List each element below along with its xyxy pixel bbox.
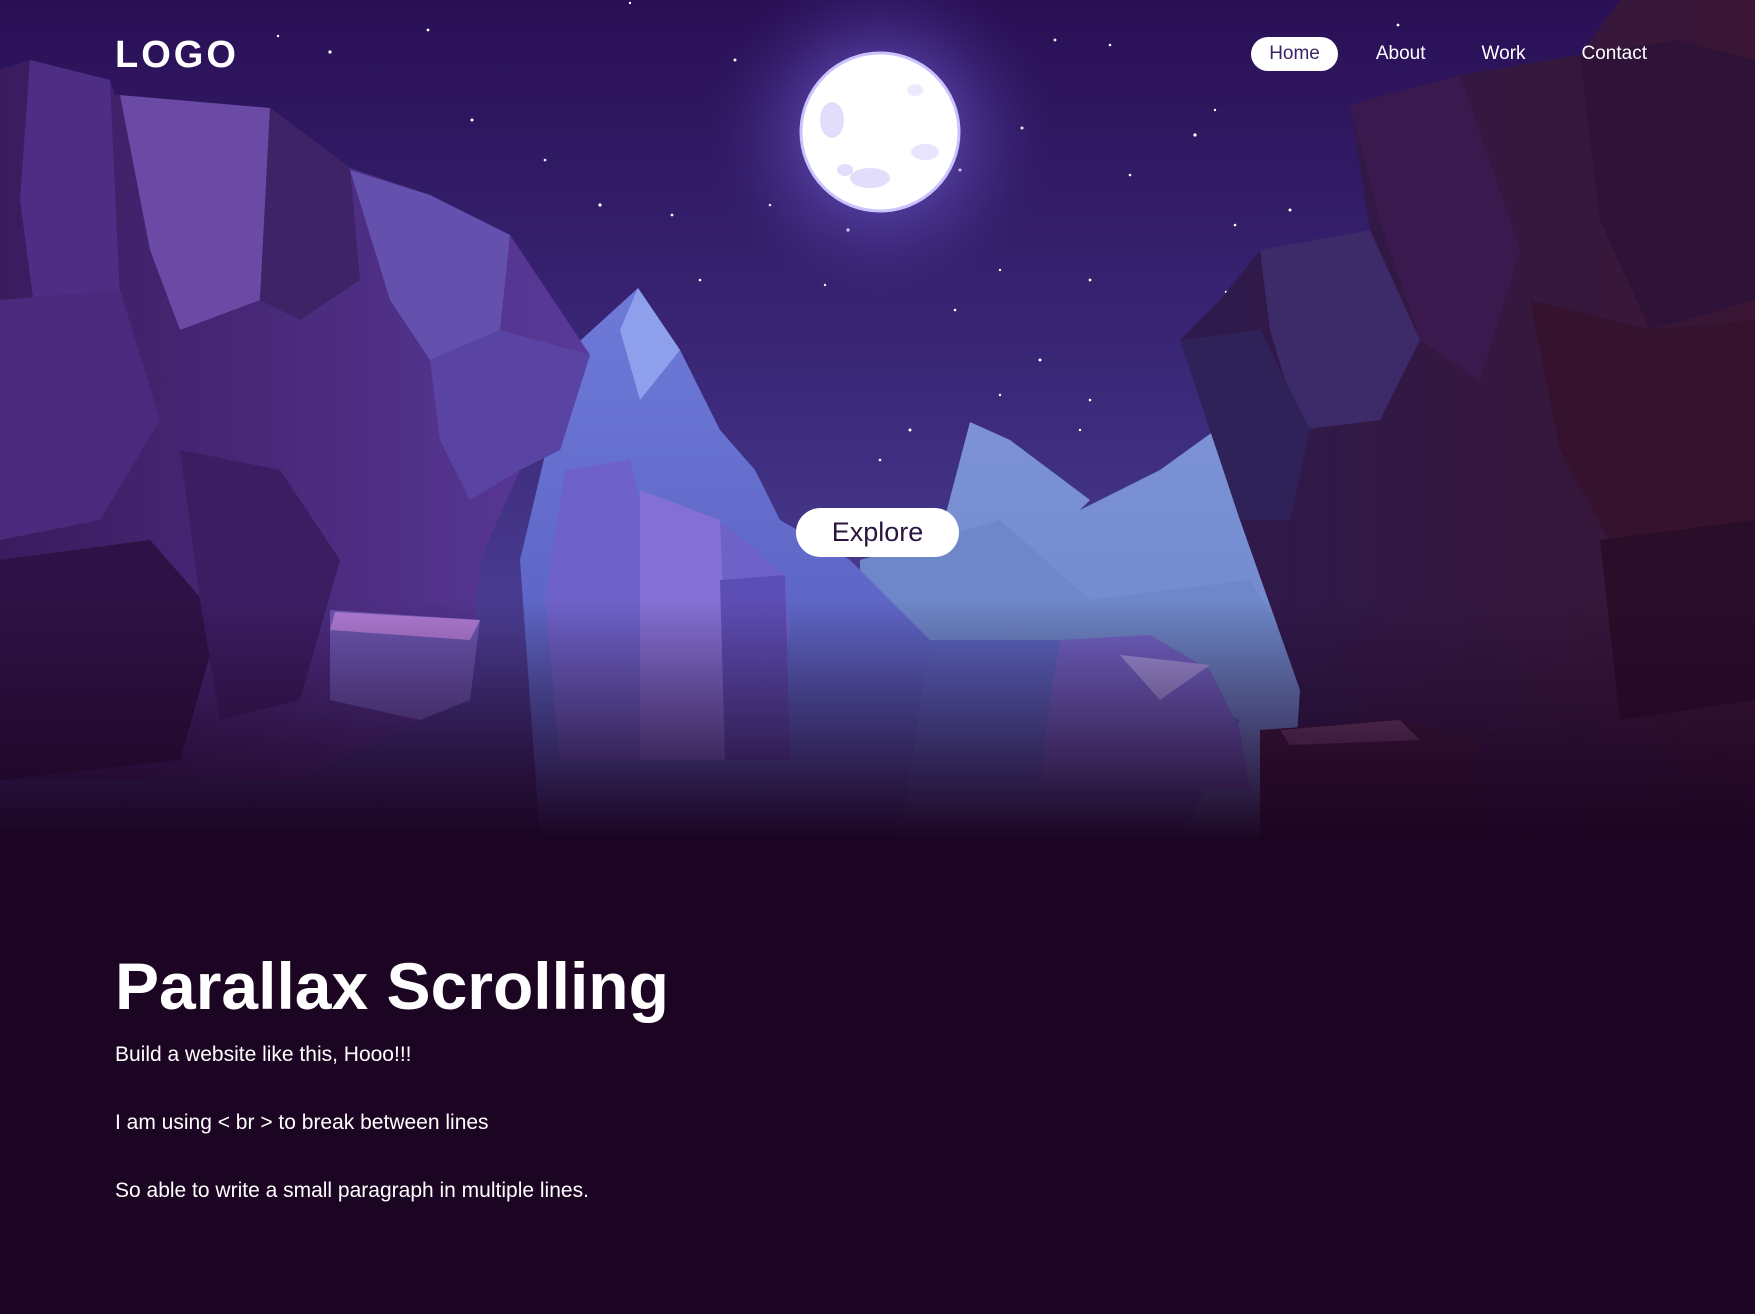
paragraph-line: So able to write a small paragraph in mu… bbox=[115, 1179, 589, 1202]
paragraph-line: I am using < br > to break between lines bbox=[115, 1111, 489, 1134]
nav-work[interactable]: Work bbox=[1464, 37, 1544, 71]
explore-button[interactable]: Explore bbox=[796, 508, 959, 557]
page: LOGO Home About Work Contact Explore Par… bbox=[0, 0, 1755, 1314]
hero-section bbox=[0, 0, 1755, 840]
content-section: Parallax Scrolling Build a website like … bbox=[115, 946, 1315, 1225]
nav-contact[interactable]: Contact bbox=[1564, 37, 1665, 71]
logo[interactable]: LOGO bbox=[115, 32, 239, 78]
hero-illustration bbox=[0, 0, 1755, 840]
page-title: Parallax Scrolling bbox=[115, 949, 669, 1023]
nav-about[interactable]: About bbox=[1358, 37, 1444, 71]
nav-home[interactable]: Home bbox=[1251, 37, 1338, 71]
paragraph-line: Build a website like this, Hooo!!! bbox=[115, 1043, 412, 1066]
main-nav: Home About Work Contact bbox=[1251, 37, 1665, 71]
site-header: LOGO Home About Work Contact bbox=[0, 0, 1755, 110]
